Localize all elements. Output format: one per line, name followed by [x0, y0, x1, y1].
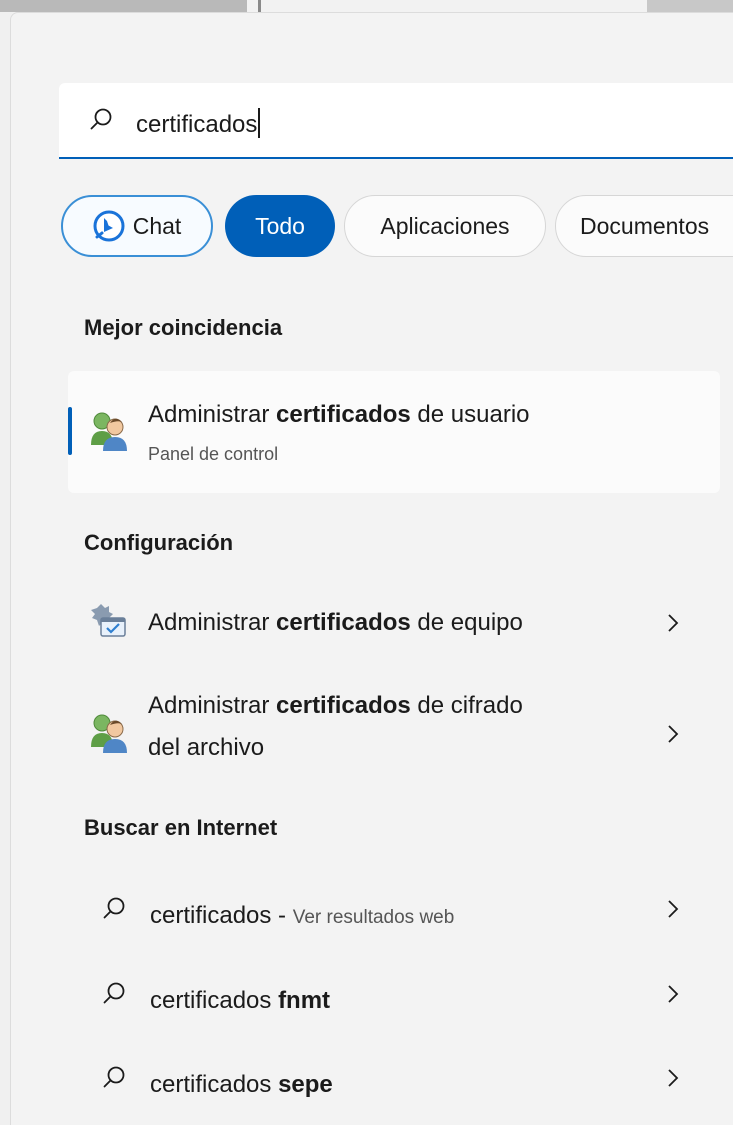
filter-aplicaciones[interactable]: Aplicaciones [344, 195, 546, 257]
filter-aplicaciones-label: Aplicaciones [380, 212, 510, 239]
chevron-right-icon [668, 1069, 679, 1087]
search-icon [103, 1066, 125, 1088]
settings-item-equipo-label: Administrar certificados de equipo [148, 609, 523, 636]
filter-chat[interactable]: Chat [61, 195, 213, 257]
chevron-right-icon [668, 900, 679, 918]
window-top-edge [0, 0, 733, 12]
settings-item-cifrado[interactable]: Administrar certificados de cifrado del … [68, 683, 720, 783]
text-caret [258, 108, 261, 138]
chevron-right-icon [668, 985, 679, 1003]
search-box[interactable]: certificados [59, 83, 733, 159]
background-window-strip [0, 0, 247, 12]
best-match-title: Administrar certificados de usuario [148, 401, 530, 428]
selection-indicator [68, 407, 72, 455]
chevron-right-icon [668, 614, 679, 632]
background-window-divider [258, 0, 261, 12]
users-icon [91, 412, 127, 451]
settings-item-cifrado-label: Administrar certificados de cifrado del … [148, 692, 523, 761]
best-match-card[interactable]: Administrar certificados de usuario Pane… [68, 371, 720, 493]
web-item-sepe[interactable]: certificados sepe [68, 1052, 720, 1102]
best-match-heading: Mejor coincidencia [84, 315, 283, 340]
filter-documentos-label: Documentos [580, 212, 710, 239]
background-window-strip-right [647, 0, 733, 12]
best-match-subtitle: Panel de control [148, 444, 279, 464]
search-icon [103, 897, 125, 919]
bing-chat-icon [93, 210, 125, 242]
search-input[interactable]: certificados [136, 108, 261, 139]
filter-documentos[interactable]: Documentos [555, 195, 733, 257]
search-icon [103, 982, 125, 1004]
settings-item-equipo[interactable]: Administrar certificados de equipo [68, 598, 720, 648]
computer-certificate-icon [91, 604, 126, 637]
filter-chat-label: Chat [132, 212, 182, 239]
web-item-sepe-label: certificados sepe [150, 1071, 333, 1098]
search-icon [90, 108, 112, 130]
filter-todo[interactable]: Todo [225, 195, 335, 257]
settings-heading: Configuración [84, 530, 234, 555]
filter-todo-label: Todo [255, 212, 305, 239]
search-panel: certificados Chat Todo Aplicaciones Docu… [10, 12, 733, 1125]
users-icon [91, 714, 127, 753]
chevron-right-icon [668, 725, 679, 743]
web-item-fnmt-label: certificados fnmt [150, 987, 331, 1014]
web-heading: Buscar en Internet [84, 815, 278, 840]
web-item-ver-resultados[interactable]: certificados - Ver resultados web [68, 883, 720, 933]
web-item-fnmt[interactable]: certificados fnmt [68, 968, 720, 1018]
web-item-ver-resultados-label: certificados - Ver resultados web [150, 902, 455, 929]
